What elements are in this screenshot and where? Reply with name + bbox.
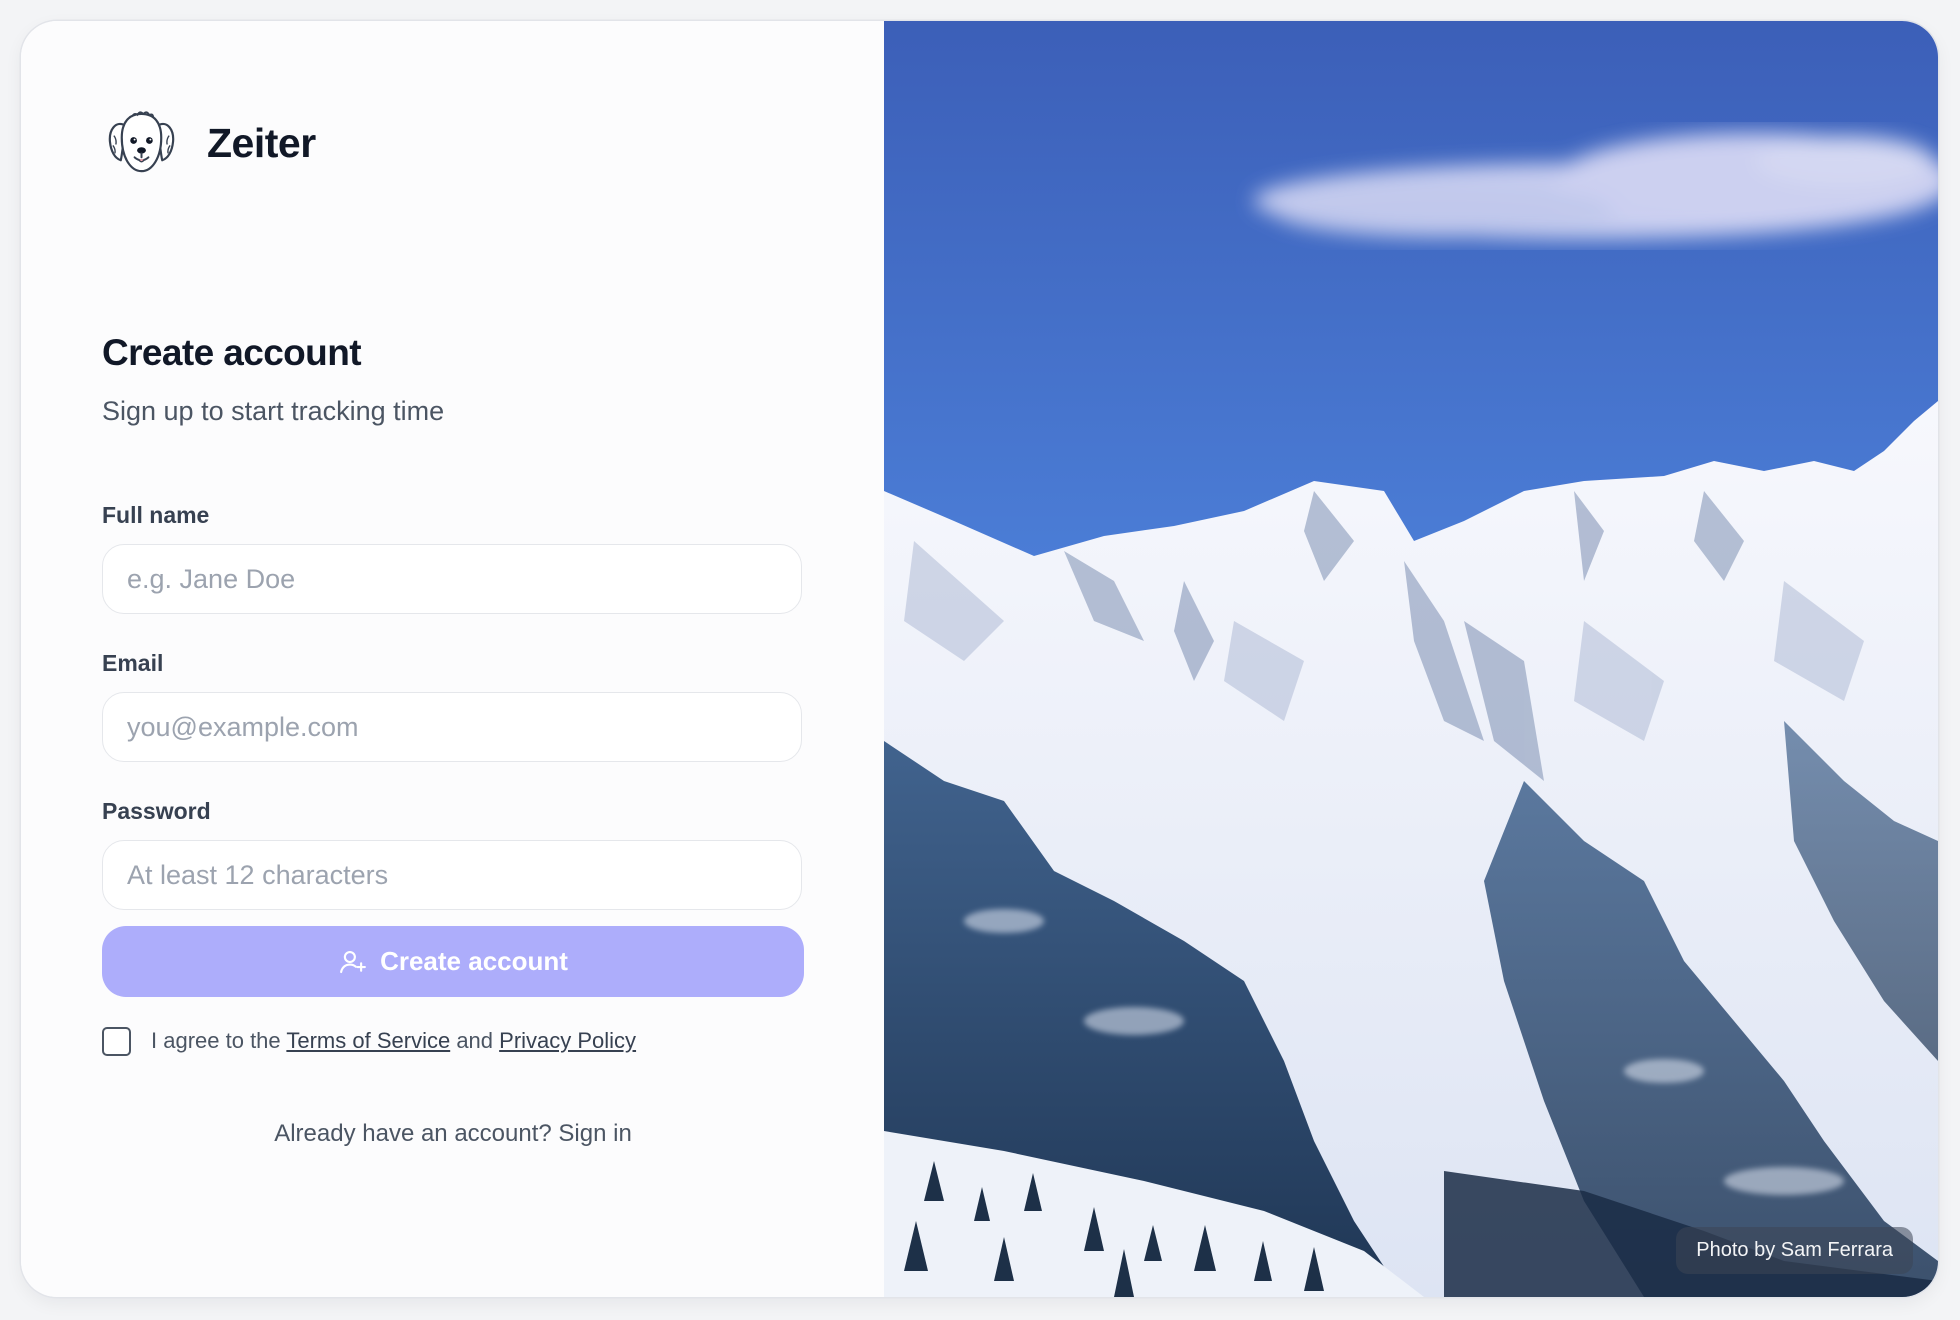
terms-checkbox[interactable]: [102, 1026, 131, 1056]
sign-in-link[interactable]: Sign in: [558, 1120, 631, 1147]
brand-name: Zeiter: [207, 120, 316, 166]
brand: Zeiter: [104, 106, 316, 181]
page-title: Create account: [102, 332, 362, 373]
password-input[interactable]: [102, 840, 802, 910]
terms-text: I agree to the Terms of Service and Priv…: [151, 1028, 636, 1054]
email-label: Email: [102, 650, 164, 676]
signup-window: Zeiter Create account Sign up to start t…: [21, 21, 1938, 1297]
user-plus-icon: [340, 950, 367, 973]
full-name-label: Full name: [102, 502, 210, 528]
terms-middle: and: [450, 1028, 500, 1053]
photo-credit: Photo by Sam Ferrara: [1676, 1227, 1913, 1274]
signup-panel: Zeiter Create account Sign up to start t…: [21, 21, 884, 1297]
terms-prefix: I agree to the: [151, 1028, 287, 1053]
page-subtitle: Sign up to start tracking time: [102, 396, 445, 426]
full-name-input[interactable]: [102, 544, 802, 614]
terms-agreement: I agree to the Terms of Service and Priv…: [102, 1024, 636, 1058]
privacy-policy-link[interactable]: Privacy Policy: [499, 1028, 636, 1053]
create-account-button[interactable]: Create account: [102, 926, 804, 997]
mountain-photo: [884, 21, 1938, 1297]
create-account-label: Create account: [380, 946, 568, 976]
dog-face-icon: [108, 111, 175, 173]
password-label: Password: [102, 798, 211, 824]
signin-prefix: Already have an account?: [274, 1120, 559, 1147]
email-input[interactable]: [102, 692, 802, 762]
signin-prompt: Already have an account? Sign in: [102, 1120, 804, 1148]
terms-of-service-link[interactable]: Terms of Service: [286, 1028, 450, 1053]
hero-panel: Photo by Sam Ferrara: [884, 21, 1938, 1297]
